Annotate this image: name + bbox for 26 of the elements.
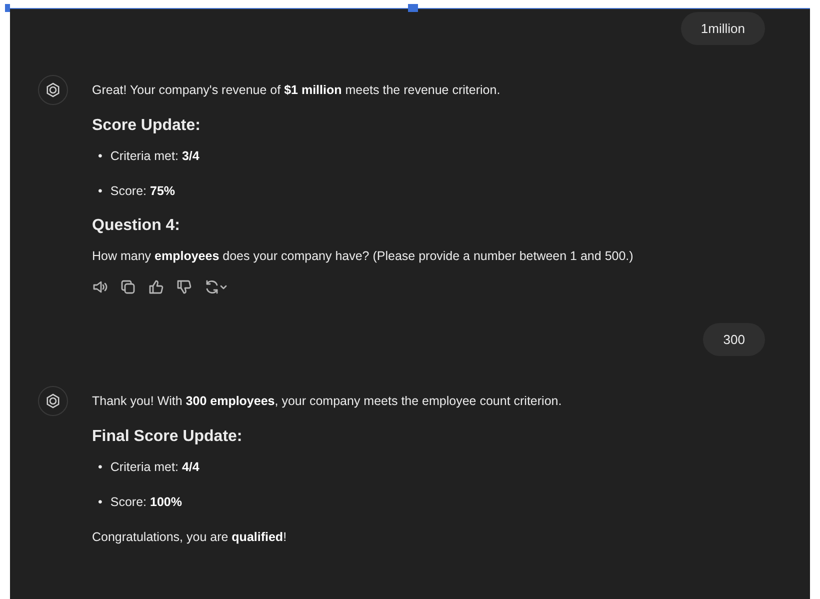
user-message: 1million	[680, 12, 765, 45]
message-text: Thank you! With 300 employees, your company meets the employee count criterion.	[92, 393, 562, 410]
bullet-marker: •	[98, 148, 102, 165]
regenerate-icon[interactable]	[204, 279, 228, 295]
bullet-item: Score: 75%	[110, 183, 176, 200]
bullet-item: Criteria met: 4/4	[110, 459, 200, 476]
section-heading: Score Update:	[92, 117, 202, 135]
logo-icon	[45, 393, 61, 409]
bullet-item: Criteria met: 3/4	[110, 148, 200, 165]
bullet-item: Score: 100%	[110, 494, 182, 511]
message-text: Great! Your company's revenue of $1 million meets the revenue criterion.	[92, 82, 502, 99]
bullet-marker: •	[98, 494, 102, 511]
message-text: Congratulations, you are qualified!	[92, 529, 288, 546]
copy-icon[interactable]	[120, 279, 136, 295]
speaker-icon[interactable]	[92, 279, 108, 295]
message-text: How many employees does your company have? (Please provide a number between 1 and 500.)	[92, 248, 634, 265]
section-heading: Question 4:	[92, 217, 182, 235]
thumbs-up-icon[interactable]	[148, 279, 164, 295]
bullet-marker: •	[98, 183, 102, 200]
section-heading: Final Score Update:	[92, 428, 244, 446]
bullet-marker: •	[98, 459, 102, 476]
resize-handle[interactable]	[408, 4, 418, 12]
resize-handle[interactable]	[5, 4, 10, 12]
logo-icon	[45, 82, 61, 98]
thumbs-down-icon[interactable]	[176, 279, 192, 295]
user-message: 300	[703, 323, 765, 356]
